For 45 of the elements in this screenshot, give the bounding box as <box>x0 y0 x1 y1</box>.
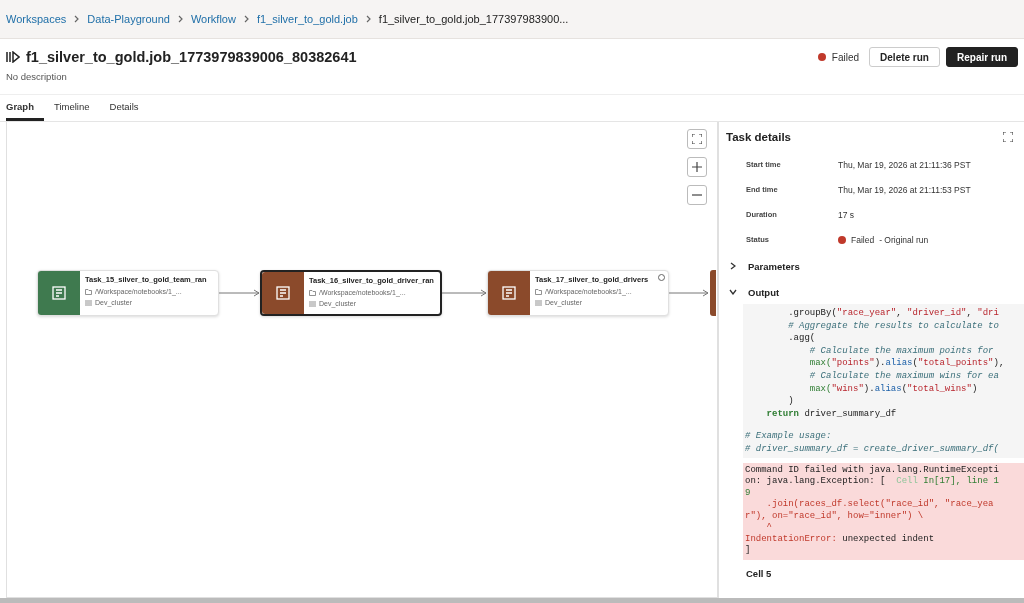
chevron-icon <box>177 15 183 23</box>
section-toggle[interactable]: Output <box>748 286 780 298</box>
connector-arrow <box>669 289 709 297</box>
cluster-icon <box>535 299 542 306</box>
folder-icon <box>309 289 316 296</box>
repair-run-button[interactable]: Repair run <box>946 47 1018 67</box>
connector-arrow <box>442 289 487 297</box>
job-title: f1_silver_to_gold.job_1773979839006_80382641 <box>26 49 357 65</box>
breadcrumb-current: f1_silver_to_gold.job_177397983900... <box>378 13 569 25</box>
status-note: - Original run <box>879 234 929 245</box>
chevron-icon <box>243 15 249 23</box>
plus-icon <box>692 162 702 172</box>
breadcrumb-link[interactable]: Data-Playground <box>87 13 170 25</box>
status-text: Failed <box>851 234 875 245</box>
status-dot <box>817 53 826 61</box>
field-value: 17 s <box>838 209 855 220</box>
breadcrumb-link[interactable]: Workflow <box>190 13 236 25</box>
folder-icon <box>535 288 542 295</box>
fit-view-icon <box>692 134 702 144</box>
connector-arrow <box>219 289 260 297</box>
code-output: .groupBy("race_year", "driver_id", "dri # Aggregate the results to calculate to .agg( # Calculate the maximum points for max("points").alias("total_points"), # Calculate the maximum wins for ea max("wins").alias("total_wins") ) return driver_summary_df # Example usage: # driver_summary_df = create_driver_summary_df( <box>743 304 1024 458</box>
cell-heading: Cell 5 <box>746 567 773 579</box>
field-value: Thu, Mar 19, 2026 at 21:11:53 PST <box>838 184 971 195</box>
breadcrumb-link[interactable]: Workspaces <box>6 13 67 25</box>
breadcrumb-link[interactable]: f1_silver_to_gold.job <box>256 13 358 25</box>
cluster-icon <box>309 300 316 307</box>
folder-icon <box>85 288 92 295</box>
section-toggle[interactable]: Parameters <box>748 260 800 272</box>
chevron-icon <box>365 15 371 23</box>
tab[interactable]: Details <box>109 95 149 121</box>
zoom-out-button[interactable] <box>687 185 707 205</box>
expand-icon <box>1003 132 1013 142</box>
status-dot <box>838 235 846 244</box>
delete-run-button[interactable]: Delete run <box>869 47 940 67</box>
error-output: Command ID failed with java.lang.RuntimeExcepti on: java.lang.Exception: [ Cell In[17], line 1 9 .join(races_df.select("race_id", "race_yea r"), on="race_id", how="inner") \ ^ IndentationError: unexpected indent ] <box>743 462 1024 560</box>
description-text: No description <box>6 71 68 82</box>
fit-view-button[interactable] <box>687 129 707 149</box>
tab[interactable]: Timeline <box>54 95 100 121</box>
panel-title: Task details <box>726 131 791 143</box>
field-value: Thu, Mar 19, 2026 at 21:11:36 PST <box>838 159 971 170</box>
chevron-icon <box>74 15 80 23</box>
cluster-icon <box>85 299 92 306</box>
status-text: Failed <box>831 51 860 63</box>
zoom-in-button[interactable] <box>687 157 707 177</box>
job-icon <box>6 51 20 63</box>
